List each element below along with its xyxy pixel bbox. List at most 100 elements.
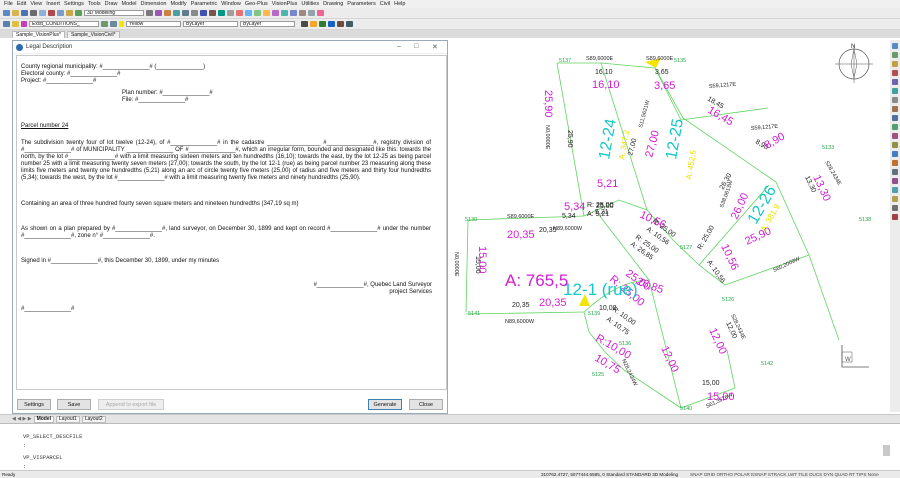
viewcube-icon[interactable] xyxy=(146,10,153,16)
scale-icon[interactable] xyxy=(892,133,898,139)
layer-manager-icon[interactable] xyxy=(3,21,10,27)
geo-plus-icon[interactable] xyxy=(319,21,326,27)
legal-description-document[interactable]: County regional municipality: #_________… xyxy=(16,55,447,390)
extend-icon[interactable] xyxy=(892,151,898,157)
lineweight-select[interactable]: ByLayer xyxy=(240,21,295,27)
layer-previous-icon[interactable] xyxy=(110,21,117,27)
linetype-select[interactable]: ByLayer xyxy=(183,21,238,27)
rectangle-icon[interactable] xyxy=(892,79,898,85)
minimize-icon[interactable]: – xyxy=(397,43,401,50)
doc-tab-visioncivil[interactable]: Sample_VisionCivil* xyxy=(66,31,120,38)
zoom-previous-icon[interactable] xyxy=(272,10,279,16)
menu-item-window[interactable]: Window xyxy=(221,1,241,7)
3d-orbit-icon[interactable] xyxy=(281,10,288,16)
preview-icon[interactable] xyxy=(39,10,46,16)
sheet-set-icon[interactable] xyxy=(218,10,225,16)
menu-item-parametric[interactable]: Parametric xyxy=(191,1,218,7)
save-icon[interactable] xyxy=(21,10,28,16)
trim-icon[interactable] xyxy=(892,142,898,148)
menu-item-model[interactable]: Model xyxy=(122,1,137,7)
tool-palette-icon[interactable] xyxy=(209,10,216,16)
legal-desc-icon[interactable] xyxy=(346,21,353,27)
civil-icon[interactable] xyxy=(328,21,335,27)
zoom-window-icon[interactable] xyxy=(263,10,270,16)
material-icon[interactable] xyxy=(173,10,180,16)
menu-item-insert[interactable]: Insert xyxy=(46,1,60,7)
close-icon[interactable]: ✕ xyxy=(432,43,438,51)
light-icon[interactable] xyxy=(164,10,171,16)
drawing-canvas[interactable]: N W 5137 5135 5133 5138 5130 5127 5126 5… xyxy=(449,40,890,412)
plot-style-icon[interactable] xyxy=(301,21,308,27)
properties-icon[interactable] xyxy=(191,10,198,16)
paste-icon[interactable] xyxy=(66,10,73,16)
generate-button[interactable]: Generate xyxy=(368,399,402,410)
tab-layout1[interactable]: Layout1 xyxy=(56,415,80,423)
pan-icon[interactable] xyxy=(245,10,252,16)
arc-icon[interactable] xyxy=(892,70,898,76)
design-center-icon[interactable] xyxy=(200,10,207,16)
rotate-icon[interactable] xyxy=(892,124,898,130)
color-select[interactable]: Yellow xyxy=(126,21,181,27)
command-window[interactable]: VP_SELECT_DESCFILE : VP_VISPARCEL : xyxy=(0,423,900,470)
explode-icon[interactable] xyxy=(892,205,898,211)
doc-tab-visionplus[interactable]: Sample_VisionPlus* xyxy=(12,31,65,38)
markup-icon[interactable] xyxy=(227,10,234,16)
layer-state-icon[interactable] xyxy=(12,21,19,27)
render-icon[interactable] xyxy=(155,10,162,16)
circle-icon[interactable] xyxy=(892,61,898,67)
menu-item-view[interactable]: View xyxy=(30,1,42,7)
new-icon[interactable] xyxy=(3,10,10,16)
save-button[interactable]: Save xyxy=(57,399,91,410)
cut-icon[interactable] xyxy=(48,10,55,16)
menu-item-tools[interactable]: Tools xyxy=(88,1,101,7)
erase-icon[interactable] xyxy=(892,214,898,220)
chamfer-icon[interactable] xyxy=(892,196,898,202)
help-icon[interactable] xyxy=(317,10,324,16)
menu-item-civil[interactable]: Civil xyxy=(380,1,390,7)
array-icon[interactable] xyxy=(892,178,898,184)
line-icon[interactable] xyxy=(892,43,898,49)
command-scrollbar[interactable] xyxy=(883,445,890,456)
append-export-button[interactable]: Append to export file xyxy=(98,399,164,410)
undo-icon[interactable] xyxy=(299,10,306,16)
copy-icon[interactable] xyxy=(57,10,64,16)
redo-icon[interactable] xyxy=(308,10,315,16)
text-icon[interactable] xyxy=(892,97,898,103)
menu-item-parameters[interactable]: Parameters xyxy=(347,1,375,7)
menu-item-dimension[interactable]: Dimension xyxy=(141,1,167,7)
make-current-icon[interactable] xyxy=(101,21,108,27)
maximize-icon[interactable]: □ xyxy=(414,43,418,50)
parcel-icon[interactable] xyxy=(337,21,344,27)
tab-layout2[interactable]: Layout2 xyxy=(81,415,106,423)
visual-style-icon[interactable] xyxy=(182,10,189,16)
fillet-icon[interactable] xyxy=(892,187,898,193)
visionplus-icon[interactable] xyxy=(310,21,317,27)
tab-nav-arrows[interactable]: ◀ ◀ ▶ ▶ xyxy=(12,416,32,422)
offset-icon[interactable] xyxy=(892,160,898,166)
menu-item-file[interactable]: File xyxy=(4,1,13,7)
menu-item-drawing[interactable]: Drawing xyxy=(323,1,343,7)
layer-icon[interactable] xyxy=(290,10,297,16)
move-icon[interactable] xyxy=(892,115,898,121)
menu-item-edit[interactable]: Edit xyxy=(17,1,26,7)
zoom-realtime-icon[interactable] xyxy=(254,10,261,16)
menu-item-geo-plus[interactable]: Geo-Plus xyxy=(245,1,268,7)
menu-item-help[interactable]: Help xyxy=(394,1,405,7)
status-toggles[interactable]: SNAP GRID ORTHO POLAR ESNAP STRACK LWT T… xyxy=(690,472,879,477)
menu-item-visionplus[interactable]: VisionPlus xyxy=(272,1,298,7)
menu-item-modify[interactable]: Modify xyxy=(170,1,186,7)
close-button[interactable]: Close xyxy=(409,399,443,410)
match-icon[interactable] xyxy=(75,10,82,16)
polyline-icon[interactable] xyxy=(892,52,898,58)
tab-model[interactable]: Model xyxy=(33,415,55,423)
menu-item-draw[interactable]: Draw xyxy=(105,1,118,7)
block-icon[interactable] xyxy=(892,106,898,112)
hatch-icon[interactable] xyxy=(892,88,898,94)
settings-button[interactable]: Settings xyxy=(17,399,51,410)
workspace-select[interactable]: 3D Modeling xyxy=(84,10,144,16)
menu-item-utilities[interactable]: Utilities xyxy=(301,1,319,7)
menu-item-settings[interactable]: Settings xyxy=(64,1,84,7)
open-icon[interactable] xyxy=(12,10,19,16)
print-icon[interactable] xyxy=(30,10,37,16)
calculator-icon[interactable] xyxy=(236,10,243,16)
